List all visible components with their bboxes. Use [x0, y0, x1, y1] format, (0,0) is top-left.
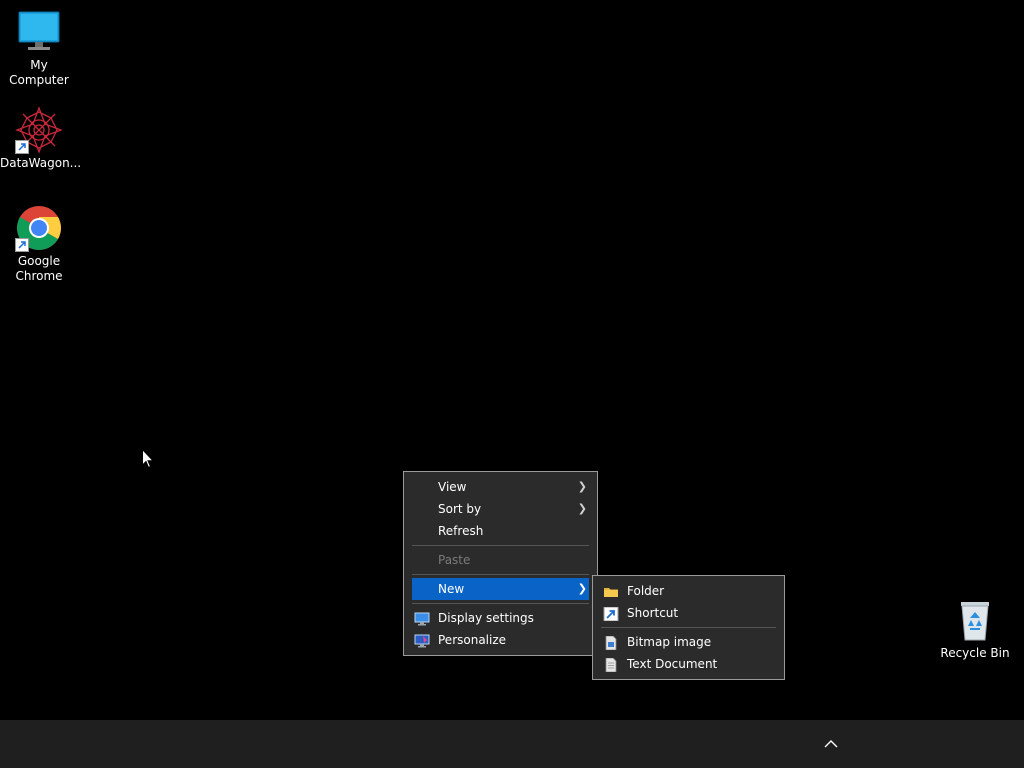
- desktop-context-menu: View ❯ Sort by ❯ Refresh Paste New ❯ Dis…: [403, 471, 598, 656]
- personalize-icon: [414, 633, 430, 648]
- menu-item-label: New: [438, 582, 465, 596]
- desktop-icon-label: Google Chrome: [15, 254, 63, 283]
- desktop-icon-label: DataWagon...: [0, 156, 82, 170]
- text-document-icon: [603, 657, 619, 673]
- menu-item-label: Personalize: [438, 633, 507, 647]
- menu-item-personalize[interactable]: Personalize: [404, 629, 597, 651]
- submenu-item-text-document[interactable]: Text Document: [593, 653, 784, 675]
- shortcut-arrow-icon: [15, 238, 29, 252]
- desktop-icon-label: My Computer: [9, 58, 69, 87]
- desktop-icon-recycle-bin[interactable]: Recycle Bin: [936, 596, 1014, 661]
- menu-item-paste[interactable]: Paste: [404, 549, 597, 571]
- menu-item-sort-by[interactable]: Sort by ❯: [404, 498, 597, 520]
- menu-item-label: Refresh: [438, 524, 484, 538]
- submenu-item-folder[interactable]: Folder: [593, 580, 784, 602]
- menu-item-view[interactable]: View ❯: [404, 476, 597, 498]
- folder-icon: [603, 584, 619, 598]
- menu-separator: [412, 545, 589, 546]
- datawagon-icon: [15, 106, 63, 154]
- menu-item-label: Paste: [438, 553, 471, 567]
- chevron-right-icon: ❯: [577, 502, 587, 515]
- mouse-cursor-icon: [142, 448, 155, 469]
- menu-item-label: Display settings: [438, 611, 534, 625]
- menu-item-label: View: [438, 480, 467, 494]
- submenu-item-bitmap-image[interactable]: Bitmap image: [593, 631, 784, 653]
- menu-separator: [601, 627, 776, 628]
- chevron-up-icon[interactable]: [820, 734, 842, 754]
- chevron-right-icon: ❯: [577, 480, 587, 493]
- monitor-icon: [15, 8, 63, 56]
- desktop[interactable]: My Computer DataWagon... Google Chrome R…: [0, 0, 1024, 720]
- desktop-icon-my-computer[interactable]: My Computer: [0, 8, 78, 88]
- menu-item-label: Text Document: [627, 657, 718, 671]
- chevron-right-icon: ❯: [577, 582, 587, 595]
- desktop-icon-datawagon[interactable]: DataWagon...: [0, 106, 82, 171]
- menu-item-new[interactable]: New ❯: [412, 578, 589, 600]
- recycle-bin-icon: [951, 596, 999, 644]
- menu-separator: [412, 603, 589, 604]
- taskbar: [0, 720, 1024, 768]
- menu-item-label: Bitmap image: [627, 635, 712, 649]
- shortcut-arrow-icon: [15, 140, 29, 154]
- shortcut-icon: [603, 606, 619, 622]
- desktop-icon-google-chrome[interactable]: Google Chrome: [0, 204, 78, 284]
- menu-item-label: Folder: [627, 584, 665, 598]
- bitmap-icon: [603, 635, 619, 651]
- menu-separator: [412, 574, 589, 575]
- menu-item-label: Shortcut: [627, 606, 679, 620]
- submenu-item-shortcut[interactable]: Shortcut: [593, 602, 784, 624]
- chrome-icon: [15, 204, 63, 252]
- menu-item-refresh[interactable]: Refresh: [404, 520, 597, 542]
- menu-item-label: Sort by: [438, 502, 482, 516]
- display-settings-icon: [414, 611, 430, 626]
- desktop-icon-label: Recycle Bin: [940, 646, 1010, 660]
- new-submenu: Folder Shortcut Bitmap image Text Docume…: [592, 575, 785, 680]
- menu-item-display-settings[interactable]: Display settings: [404, 607, 597, 629]
